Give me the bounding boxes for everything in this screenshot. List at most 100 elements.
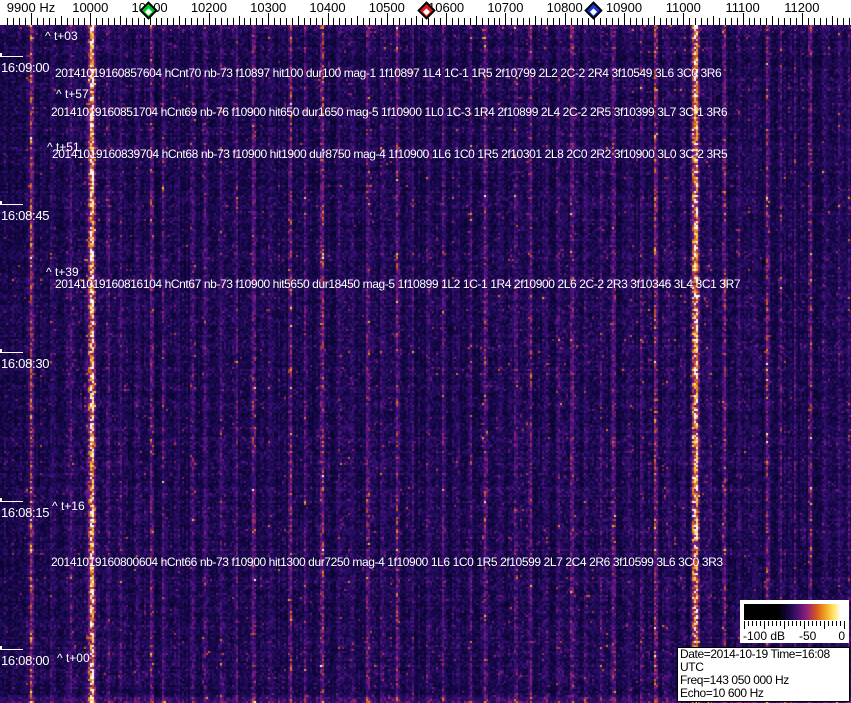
db-tick: [824, 621, 825, 629]
db-label-mid: -50: [799, 629, 817, 643]
freq-tick: [488, 18, 489, 25]
freq-tick: [191, 18, 192, 25]
freq-tick: [695, 18, 696, 25]
freq-label: 10000: [72, 0, 109, 15]
freq-tick: [636, 18, 637, 25]
db-tick: [744, 621, 745, 629]
freq-tick: [262, 18, 263, 25]
freq-tick: [464, 18, 465, 25]
freq-tick: [244, 18, 245, 25]
freq-tick: [535, 16, 536, 25]
freq-tick: [766, 18, 767, 25]
freq-tick: [274, 18, 275, 25]
spectrogram-canvas[interactable]: [0, 25, 851, 703]
freq-tick: [689, 18, 690, 25]
freq-tick: [571, 18, 572, 25]
db-tick: [760, 621, 761, 626]
db-tick: [768, 621, 769, 626]
freq-tick: [458, 18, 459, 25]
db-label-min: -100 dB: [743, 629, 786, 643]
freq-tick: [772, 16, 773, 25]
freq-tick: [808, 18, 809, 25]
db-gradient-bar: [744, 604, 845, 620]
db-tick: [828, 621, 829, 626]
time-axis-label: 16:08:45: [1, 208, 50, 223]
freq-tick: [363, 18, 364, 25]
freq-tick: [499, 18, 500, 25]
freq-tick: [511, 18, 512, 25]
freq-tick: [221, 18, 222, 25]
freq-tick: [339, 18, 340, 25]
freq-tick: [43, 18, 44, 25]
freq-tick: [250, 18, 251, 25]
freq-tick: [725, 18, 726, 25]
freq-tick: [310, 18, 311, 25]
detection-log-line: 20141019160839704 hCnt68 nb-73 f10900 hi…: [52, 147, 728, 161]
time-axis-nub: [0, 349, 2, 353]
time-axis-label: 16:08:15: [1, 505, 50, 520]
freq-tick: [78, 18, 79, 25]
freq-tick: [606, 18, 607, 25]
db-tick: [752, 621, 753, 626]
info-date-line: Date=2014-10-19 Time=16:08 UTC: [680, 647, 830, 674]
spectrogram-app: 9900 Hz100001010010200103001040010500106…: [0, 0, 851, 703]
freq-tick: [304, 18, 305, 25]
time-axis-label: 16:08:00: [1, 653, 50, 668]
time-axis-tick: [0, 501, 23, 502]
freq-tick: [120, 16, 121, 25]
freq-tick: [73, 18, 74, 25]
freq-tick: [559, 18, 560, 25]
freq-tick: [482, 18, 483, 25]
freq-tick: [707, 18, 708, 25]
freq-tick: [749, 18, 750, 25]
db-tick: [792, 621, 793, 626]
freq-tick: [138, 18, 139, 25]
freq-tick: [84, 18, 85, 25]
freq-tick: [405, 18, 406, 25]
green-marker-center-dot: [144, 8, 153, 16]
time-axis-label: 16:09:00: [1, 60, 50, 75]
db-tick: [756, 621, 757, 626]
freq-tick: [737, 18, 738, 25]
db-tick: [748, 621, 749, 626]
db-tick: [788, 621, 789, 626]
freq-tick: [280, 18, 281, 25]
freq-tick: [215, 18, 216, 25]
time-axis-nub: [0, 646, 2, 650]
freq-tick: [494, 18, 495, 25]
freq-tick: [517, 18, 518, 25]
freq-tick: [837, 18, 838, 25]
freq-tick: [843, 18, 844, 25]
db-tick: [780, 621, 781, 626]
frequency-ruler[interactable]: 9900 Hz100001010010200103001040010500106…: [0, 0, 851, 25]
freq-tick: [754, 18, 755, 25]
freq-tick: [660, 18, 661, 25]
freq-tick: [790, 18, 791, 25]
freq-tick: [600, 18, 601, 25]
freq-label: 10800: [546, 0, 583, 15]
freq-tick: [440, 18, 441, 25]
freq-tick: [612, 18, 613, 25]
db-tick: [804, 621, 805, 629]
time-axis-tick: [0, 204, 23, 205]
freq-tick: [49, 18, 50, 25]
freq-tick: [227, 18, 228, 25]
freq-tick: [55, 18, 56, 25]
freq-tick: [173, 18, 174, 25]
freq-tick: [713, 16, 714, 25]
freq-tick: [582, 18, 583, 25]
freq-tick: [292, 18, 293, 25]
freq-tick: [648, 18, 649, 25]
blue-marker-diamond-icon[interactable]: [584, 1, 603, 20]
info-box: Date=2014-10-19 Time=16:08 UTC Freq=143 …: [677, 647, 850, 703]
red-marker-center-dot: [422, 8, 431, 16]
freq-tick: [416, 16, 417, 25]
freq-tick: [61, 16, 62, 25]
detection-log-line: 20141019160857604 hCnt70 nb-73 f10897 hi…: [55, 66, 722, 80]
freq-tick: [547, 18, 548, 25]
blue-marker-center-dot: [589, 8, 598, 16]
db-tick: [808, 621, 809, 626]
freq-tick: [778, 18, 779, 25]
time-axis-nub: [0, 53, 2, 57]
freq-tick: [577, 18, 578, 25]
